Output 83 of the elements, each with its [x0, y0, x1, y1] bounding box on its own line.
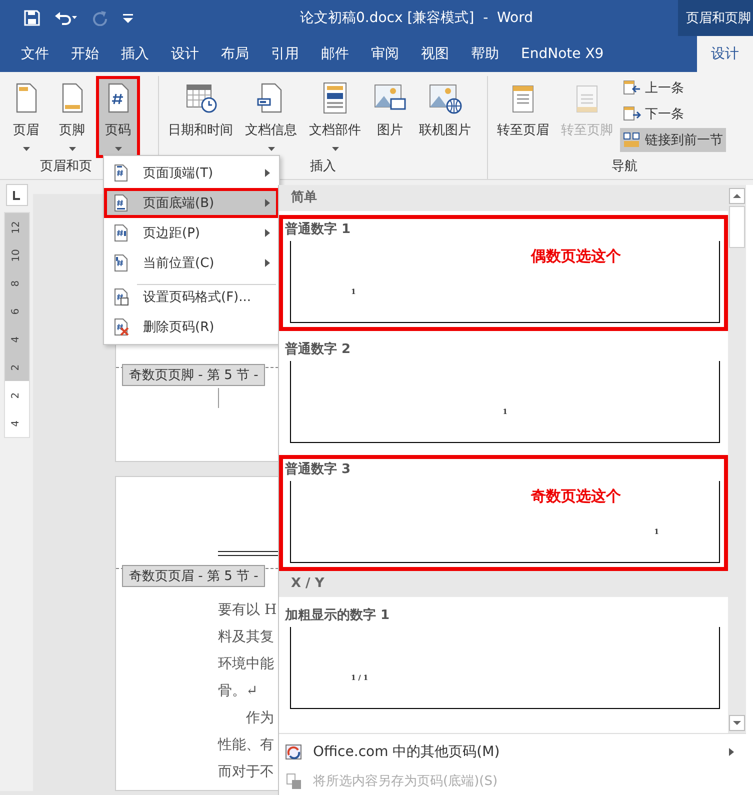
ruler-number: 4	[11, 336, 22, 342]
ribbon-tab[interactable]: 开始	[60, 36, 110, 72]
window-title: 论文初稿0.docx [兼容模式] - Word	[300, 9, 534, 27]
ruler-number: 6	[11, 308, 22, 314]
ribbon-button[interactable]: 文档部件	[304, 76, 366, 158]
ribbon-tab[interactable]: 插入	[110, 36, 160, 72]
group-label: 页眉和页	[40, 158, 92, 176]
page-arrow-icon	[623, 106, 641, 122]
submenu-arrow-icon	[265, 229, 270, 237]
ribbon-tab[interactable]: 审阅	[360, 36, 410, 72]
ribbon-button[interactable]: 页眉	[4, 76, 48, 158]
ribbon-tab[interactable]: 文件	[10, 36, 60, 72]
caret-icon	[332, 147, 338, 151]
ribbon-tab[interactable]: 邮件	[310, 36, 360, 72]
page-number-icon	[113, 164, 129, 182]
section-tag: 奇数页页脚 - 第 5 节 -	[122, 364, 266, 386]
body-text: 而对于不	[218, 763, 274, 782]
menu-item[interactable]: Office.com 中的其他页码(M)	[279, 737, 746, 766]
gallery-section-heading: 简单	[279, 185, 728, 211]
submenu-arrow-icon	[729, 748, 734, 756]
tab-stop-icon[interactable]	[6, 184, 28, 206]
link-icon	[623, 132, 641, 148]
ribbon-button[interactable]: 联机图片	[414, 76, 476, 158]
page-number-icon	[113, 288, 129, 306]
body-text: 环境中能	[218, 655, 274, 674]
ribbon-button[interactable]: 转至页眉	[492, 76, 554, 158]
ruler-number: 4	[11, 420, 22, 426]
ribbon-tab[interactable]: EndNote X9	[510, 36, 615, 72]
scrollbar[interactable]	[728, 185, 746, 733]
group-label: 插入	[310, 158, 336, 176]
body-text: 骨。↵	[218, 682, 258, 701]
customize-icon[interactable]	[122, 13, 134, 23]
ribbon-tab[interactable]: 布局	[210, 36, 260, 72]
ruler-number: 8	[11, 280, 22, 286]
page-number-icon	[113, 254, 129, 272]
ribbon-button[interactable]: 页脚	[50, 76, 94, 158]
submenu-arrow-icon	[265, 199, 270, 207]
group-label: 导航	[612, 158, 638, 176]
ribbon-tab[interactable]: 引用	[260, 36, 310, 72]
ruler-number: 12	[11, 220, 22, 234]
page-arrow-icon	[623, 80, 641, 96]
ruler-number: 2	[11, 392, 22, 398]
menu-item[interactable]: 页面底端(B)	[104, 188, 279, 218]
annotation-text: 奇数页选这个	[531, 487, 621, 506]
web-page-icon	[285, 742, 303, 760]
delete-page-number-icon	[113, 318, 129, 336]
caret-icon	[268, 147, 274, 151]
ribbon-button[interactable]: 图片	[368, 76, 412, 158]
save-to-gallery-icon	[285, 772, 303, 790]
caret-icon	[114, 147, 122, 151]
submenu-arrow-icon	[265, 169, 270, 177]
ribbon-button[interactable]: 链接到前一节	[620, 128, 726, 152]
submenu-arrow-icon	[265, 259, 270, 267]
page-number-icon	[113, 194, 129, 212]
ruler-number: 2	[11, 364, 22, 370]
save-icon[interactable]	[24, 10, 40, 26]
scrollbar-thumb[interactable]	[729, 206, 745, 248]
ribbon-button[interactable]: 下一条	[620, 102, 687, 126]
context-tab-group: 页眉和页脚	[678, 0, 753, 36]
body-text: 作为	[245, 709, 274, 728]
ribbon-tab[interactable]: 设计	[697, 36, 753, 72]
ribbon-tab[interactable]: 帮助	[460, 36, 510, 72]
ribbon-tab[interactable]: 视图	[410, 36, 460, 72]
menu-item[interactable]: 页边距(P)	[104, 218, 279, 248]
annotation-text: 偶数页选这个	[531, 247, 621, 266]
caret-icon	[22, 147, 30, 151]
menu-item[interactable]: 删除页码(R)	[104, 312, 279, 342]
ribbon-tab[interactable]: 设计	[160, 36, 210, 72]
section-tag: 奇数页页眉 - 第 5 节 -	[122, 565, 266, 587]
ribbon-button[interactable]: 上一条	[620, 76, 687, 100]
scroll-up-icon[interactable]	[729, 188, 745, 204]
menu-item[interactable]: 页面顶端(T)	[104, 158, 279, 188]
caret-icon	[68, 147, 76, 151]
ribbon-button[interactable]: 页码	[96, 76, 140, 158]
body-text: 料及其复	[218, 628, 274, 647]
menu-item[interactable]: 当前位置(C)	[104, 248, 279, 278]
undo-icon[interactable]	[54, 10, 78, 26]
body-text: 要有以 H	[218, 601, 277, 620]
page-number-icon	[113, 224, 129, 242]
gallery-section-heading: X / Y	[279, 571, 728, 597]
ruler-number: 10	[11, 248, 22, 262]
scroll-down-icon[interactable]	[729, 715, 745, 731]
body-text: 性能、有	[218, 736, 274, 755]
